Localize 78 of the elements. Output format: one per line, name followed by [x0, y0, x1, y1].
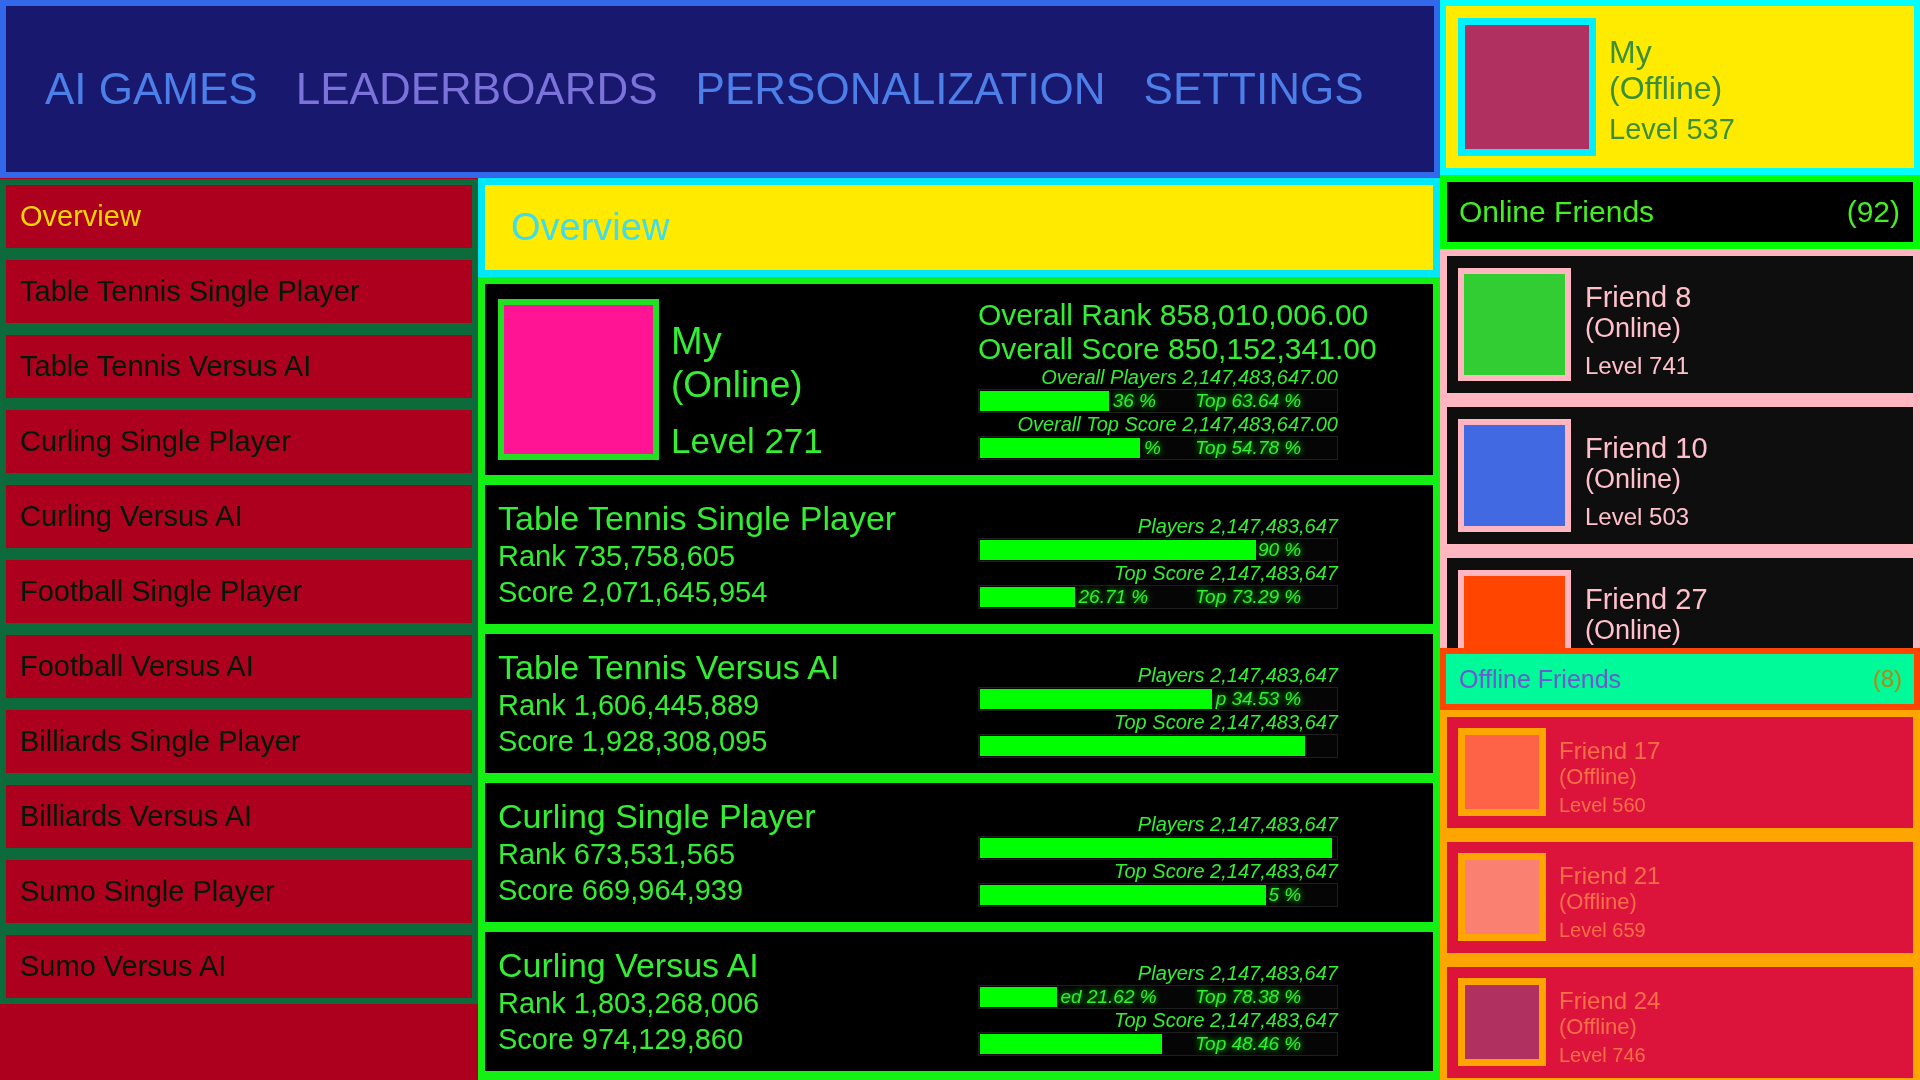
- overall-rank: Overall Rank 858,010,006.00: [978, 298, 1370, 332]
- percent-text: 36 %: [1112, 390, 1156, 412]
- rank-text: Rank 673,531,565: [498, 837, 737, 872]
- sidebar-item[interactable]: Table Tennis Versus AI: [0, 329, 478, 404]
- sidebar-item[interactable]: Curling Versus AI: [0, 479, 478, 554]
- stat-label: Players 2,147,483,647: [1136, 962, 1338, 985]
- percent-text: 26.71 %: [1078, 586, 1149, 608]
- stat-label: Top Score 2,147,483,647: [1113, 1009, 1338, 1032]
- friend-name: Friend 21: [1559, 863, 1661, 889]
- friend-card[interactable]: Friend 10 (Online) Level 503: [1447, 407, 1913, 544]
- nav-tab[interactable]: AI GAMES: [45, 64, 258, 114]
- friend-level: Level 503: [1585, 503, 1690, 531]
- friend-name: Friend 17: [1559, 738, 1661, 764]
- score-text: Score 669,964,939: [498, 873, 745, 908]
- stat-label: Top Score 2,147,483,647: [1113, 711, 1338, 734]
- friend-status: (Offline): [1559, 1014, 1637, 1039]
- player-name: My: [671, 320, 722, 363]
- friend-card[interactable]: Friend 8 (Online) Level 741: [1447, 256, 1913, 393]
- game-title: Curling Single Player: [498, 796, 816, 836]
- friend-status: (Online): [1585, 313, 1682, 343]
- stat-label: Players 2,147,483,647: [1136, 515, 1338, 538]
- friend-count: (8): [1872, 665, 1902, 693]
- friend-card[interactable]: Friend 17 (Offline) Level 560: [1447, 717, 1913, 828]
- rank-text: Rank 1,803,268,006: [498, 986, 760, 1021]
- section-title: Offline Friends: [1459, 664, 1622, 694]
- friend-card[interactable]: Friend 21 (Offline) Level 659: [1447, 842, 1913, 953]
- stat-label: Players 2,147,483,647: [1136, 664, 1338, 687]
- friend-level: Level 659: [1559, 918, 1646, 942]
- percent-text: ed 21.62 %: [1060, 986, 1157, 1008]
- friend-status: (Offline): [1559, 764, 1637, 789]
- friend-name: Friend 10: [1585, 432, 1708, 464]
- sidebar-item[interactable]: Billiards Versus AI: [0, 779, 478, 854]
- rank-text: Rank 735,758,605: [498, 539, 737, 574]
- sidebar-item[interactable]: Table Tennis Single Player: [0, 254, 478, 329]
- overall-score: Overall Score 850,152,341.00: [978, 332, 1378, 366]
- player-status: (Online): [671, 363, 803, 406]
- stat-label: Top Score 2,147,483,647: [1113, 562, 1338, 585]
- sidebar-item[interactable]: Billiards Single Player: [0, 704, 478, 779]
- friend-level: Level 560: [1559, 793, 1646, 817]
- stat-label: Overall Players 2,147,483,647.00: [1040, 366, 1338, 389]
- friend-count: (92): [1846, 195, 1900, 229]
- friend-name: Friend 24: [1559, 988, 1661, 1014]
- sidebar-item[interactable]: Overview: [0, 179, 478, 254]
- profile-status: (Offline): [1609, 70, 1723, 106]
- score-text: Score 2,071,645,954: [498, 575, 769, 610]
- game-title: Table Tennis Single Player: [498, 498, 897, 538]
- friend-level: Level 746: [1559, 1043, 1646, 1067]
- sidebar-item[interactable]: Football Single Player: [0, 554, 478, 629]
- rank-text: Rank 1,606,445,889: [498, 688, 761, 723]
- section-title: Online Friends: [1459, 195, 1655, 229]
- friend-card[interactable]: Friend 24 (Offline) Level 746: [1447, 967, 1913, 1078]
- friend-name: Friend 27: [1585, 583, 1708, 615]
- sidebar-item[interactable]: Football Versus AI: [0, 629, 478, 704]
- nav-tab[interactable]: SETTINGS: [1143, 64, 1364, 114]
- sidebar-item[interactable]: Curling Single Player: [0, 404, 478, 479]
- profile-level: Level 537: [1609, 112, 1735, 146]
- percent-text: %: [1144, 437, 1161, 459]
- friend-status: (Offline): [1559, 889, 1637, 914]
- profile-card[interactable]: My (Offline) Level 537: [1440, 0, 1920, 175]
- stat-label: Top Score 2,147,483,647: [1113, 860, 1338, 883]
- profile-name: My: [1609, 34, 1652, 70]
- friend-name: Friend 8: [1585, 281, 1692, 313]
- stat-label: Players 2,147,483,647: [1136, 813, 1338, 836]
- sidebar-item[interactable]: Sumo Versus AI: [0, 929, 478, 1004]
- stat-label: Overall Top Score 2,147,483,647.00: [1016, 413, 1338, 436]
- player-level: Level 271: [671, 421, 823, 461]
- friend-status: (Online): [1585, 615, 1682, 645]
- nav-tab[interactable]: LEADERBOARDS: [295, 64, 658, 114]
- score-text: Score 1,928,308,095: [498, 724, 769, 759]
- page-title: Overview: [511, 206, 670, 249]
- game-title: Table Tennis Versus AI: [498, 647, 840, 687]
- friend-level: Level 741: [1585, 352, 1690, 380]
- score-text: Score 974,129,860: [498, 1022, 745, 1057]
- sidebar-item[interactable]: Sumo Single Player: [0, 854, 478, 929]
- friend-card[interactable]: Friend 27 (Online): [1447, 558, 1913, 648]
- friend-status: (Online): [1585, 464, 1682, 494]
- game-title: Curling Versus AI: [498, 945, 760, 985]
- nav-tab[interactable]: PERSONALIZATION: [695, 64, 1106, 114]
